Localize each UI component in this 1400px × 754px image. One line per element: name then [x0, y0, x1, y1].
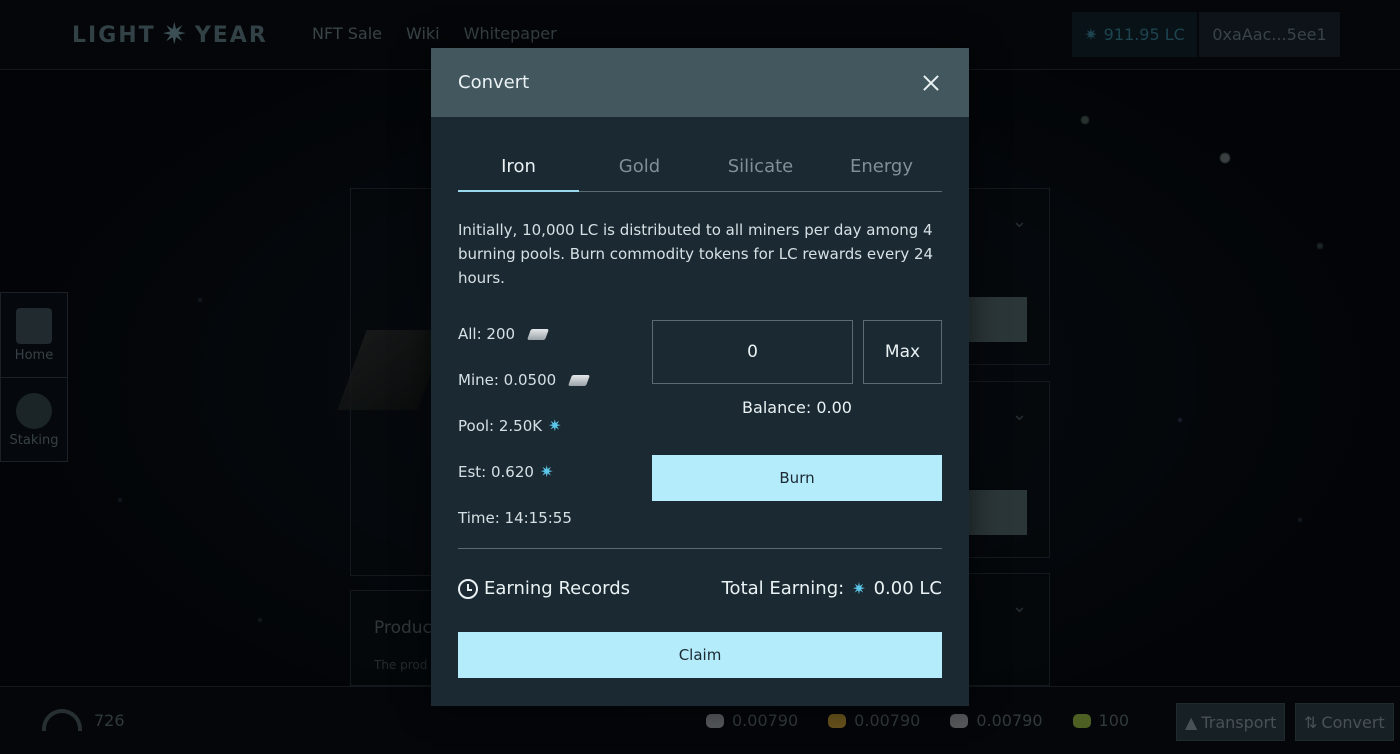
max-button[interactable]: Max	[863, 320, 942, 384]
divider	[458, 548, 942, 549]
modal-title: Convert	[458, 72, 530, 93]
tab-gold[interactable]: Gold	[579, 144, 700, 191]
lc-icon: ✷	[539, 462, 554, 481]
burn-button[interactable]: Burn	[652, 455, 942, 501]
balance-readout: Balance: 0.00	[652, 398, 942, 417]
tab-iron[interactable]: Iron	[458, 144, 579, 192]
tab-silicate[interactable]: Silicate	[700, 144, 821, 191]
balance-value: 0.00	[816, 398, 852, 417]
commodity-tabs: Iron Gold Silicate Energy	[458, 144, 942, 192]
stat-est: Est: 0.620 ✷	[458, 460, 588, 484]
stat-mine-text: Mine: 0.0500	[458, 371, 557, 389]
stat-est-text: Est: 0.620	[458, 463, 534, 481]
lc-icon: ✷	[548, 416, 562, 435]
burn-amount-input[interactable]	[652, 320, 853, 384]
close-icon[interactable]	[920, 72, 942, 94]
iron-ingot-icon	[527, 328, 550, 340]
iron-ingot-icon	[568, 374, 591, 386]
stat-time-text: Time: 14:15:55	[458, 509, 572, 527]
convert-modal: Convert Iron Gold Silicate Energy Initia…	[431, 48, 969, 706]
stat-all: All: 200	[458, 322, 588, 346]
pool-stats: All: 200 Mine: 0.0500 Pool: 2.50K ✷ Est:…	[458, 322, 591, 552]
tab-energy[interactable]: Energy	[821, 144, 942, 191]
history-clock-icon	[458, 578, 478, 599]
stat-mine: Mine: 0.0500	[458, 368, 591, 392]
modal-header: Convert	[431, 48, 969, 117]
stat-pool-text: Pool: 2.50K	[458, 417, 543, 435]
earning-records-link[interactable]: Earning Records	[458, 578, 630, 599]
earning-records-label: Earning Records	[484, 578, 631, 599]
total-earning-label: Total Earning:	[721, 578, 845, 599]
claim-button[interactable]: Claim	[458, 632, 942, 678]
pool-description: Initially, 10,000 LC is distributed to a…	[458, 221, 934, 287]
total-earning-value: 0.00 LC	[873, 578, 942, 599]
total-earning: Total Earning: ✷ 0.00 LC	[722, 578, 942, 599]
stat-time: Time: 14:15:55	[458, 506, 588, 530]
balance-label: Balance:	[742, 398, 812, 417]
stat-pool: Pool: 2.50K ✷	[458, 414, 588, 438]
lc-icon: ✷	[852, 578, 866, 598]
stat-all-text: All: 200	[458, 325, 516, 343]
